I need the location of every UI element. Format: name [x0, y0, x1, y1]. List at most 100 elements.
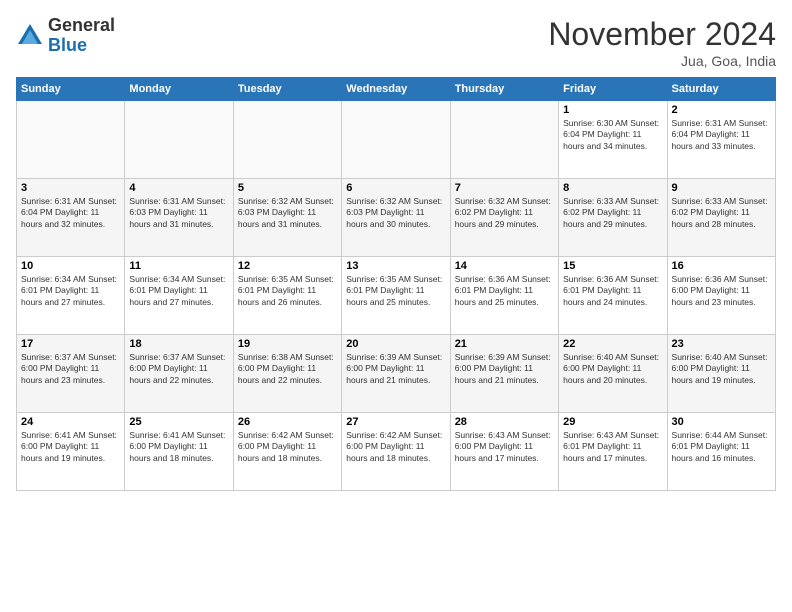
day-number: 10	[21, 260, 120, 272]
calendar-cell: 4 Sunrise: 6:31 AM Sunset: 6:03 PM Daylig…	[125, 179, 233, 257]
header-monday: Monday	[125, 78, 233, 101]
day-info: Sunrise: 6:31 AM Sunset: 6:04 PM Dayligh…	[672, 118, 771, 152]
day-info: Sunrise: 6:35 AM Sunset: 6:01 PM Dayligh…	[238, 274, 337, 308]
day-info: Sunrise: 6:44 AM Sunset: 6:01 PM Dayligh…	[672, 430, 771, 464]
calendar-cell: 2 Sunrise: 6:31 AM Sunset: 6:04 PM Daylig…	[667, 101, 775, 179]
day-number: 19	[238, 338, 337, 350]
header-thursday: Thursday	[450, 78, 558, 101]
calendar-cell: 20Sunrise: 6:39 AM Sunset: 6:00 PM Dayli…	[342, 335, 450, 413]
calendar-cell: 29 Sunrise: 6:43 AM Sunset: 6:01 PM Dayli…	[559, 413, 667, 491]
calendar-cell: 3 Sunrise: 6:31 AM Sunset: 6:04 PM Daylig…	[17, 179, 125, 257]
calendar-cell: 28 Sunrise: 6:43 AM Sunset: 6:00 PM Dayli…	[450, 413, 558, 491]
calendar-cell: 23 Sunrise: 6:40 AM Sunset: 6:00 PM Dayli…	[667, 335, 775, 413]
day-number: 20	[346, 338, 445, 350]
day-info: Sunrise: 6:31 AM Sunset: 6:03 PM Dayligh…	[129, 196, 228, 230]
calendar-cell: 18Sunrise: 6:37 AM Sunset: 6:00 PM Dayli…	[125, 335, 233, 413]
day-number: 9	[672, 182, 771, 194]
calendar-cell: 24 Sunrise: 6:41 AM Sunset: 6:00 PM Dayli…	[17, 413, 125, 491]
day-number: 25	[129, 416, 228, 428]
calendar-cell: 17 Sunrise: 6:37 AM Sunset: 6:00 PM Dayli…	[17, 335, 125, 413]
header-friday: Friday	[559, 78, 667, 101]
day-number: 17	[21, 338, 120, 350]
day-info: Sunrise: 6:33 AM Sunset: 6:02 PM Dayligh…	[563, 196, 662, 230]
day-info: Sunrise: 6:37 AM Sunset: 6:00 PM Dayligh…	[129, 352, 228, 386]
calendar-cell: 14Sunrise: 6:36 AM Sunset: 6:01 PM Dayli…	[450, 257, 558, 335]
day-info: Sunrise: 6:43 AM Sunset: 6:01 PM Dayligh…	[563, 430, 662, 464]
day-number: 1	[563, 104, 662, 116]
calendar-header-row: Sunday Monday Tuesday Wednesday Thursday…	[17, 78, 776, 101]
calendar-cell: 15 Sunrise: 6:36 AM Sunset: 6:01 PM Dayli…	[559, 257, 667, 335]
calendar-cell: 8 Sunrise: 6:33 AM Sunset: 6:02 PM Daylig…	[559, 179, 667, 257]
calendar-cell: 12Sunrise: 6:35 AM Sunset: 6:01 PM Dayli…	[233, 257, 341, 335]
logo-blue: Blue	[48, 35, 87, 55]
day-info: Sunrise: 6:36 AM Sunset: 6:01 PM Dayligh…	[563, 274, 662, 308]
day-info: Sunrise: 6:34 AM Sunset: 6:01 PM Dayligh…	[21, 274, 120, 308]
day-info: Sunrise: 6:39 AM Sunset: 6:00 PM Dayligh…	[455, 352, 554, 386]
calendar-cell: 11Sunrise: 6:34 AM Sunset: 6:01 PM Dayli…	[125, 257, 233, 335]
calendar-cell: 22 Sunrise: 6:40 AM Sunset: 6:00 PM Dayli…	[559, 335, 667, 413]
calendar-week-4: 24 Sunrise: 6:41 AM Sunset: 6:00 PM Dayli…	[17, 413, 776, 491]
logo: General Blue	[16, 16, 115, 56]
calendar-cell: 1 Sunrise: 6:30 AM Sunset: 6:04 PM Daylig…	[559, 101, 667, 179]
day-number: 7	[455, 182, 554, 194]
header-sunday: Sunday	[17, 78, 125, 101]
calendar-cell	[17, 101, 125, 179]
calendar-cell: 5 Sunrise: 6:32 AM Sunset: 6:03 PM Daylig…	[233, 179, 341, 257]
day-number: 8	[563, 182, 662, 194]
day-number: 22	[563, 338, 662, 350]
header-saturday: Saturday	[667, 78, 775, 101]
calendar-cell: 7 Sunrise: 6:32 AM Sunset: 6:02 PM Daylig…	[450, 179, 558, 257]
day-info: Sunrise: 6:32 AM Sunset: 6:03 PM Dayligh…	[346, 196, 445, 230]
calendar-cell	[450, 101, 558, 179]
day-info: Sunrise: 6:41 AM Sunset: 6:00 PM Dayligh…	[21, 430, 120, 464]
calendar-week-1: 3 Sunrise: 6:31 AM Sunset: 6:04 PM Daylig…	[17, 179, 776, 257]
day-info: Sunrise: 6:32 AM Sunset: 6:03 PM Dayligh…	[238, 196, 337, 230]
calendar-cell: 21Sunrise: 6:39 AM Sunset: 6:00 PM Dayli…	[450, 335, 558, 413]
calendar: Sunday Monday Tuesday Wednesday Thursday…	[16, 77, 776, 491]
day-number: 28	[455, 416, 554, 428]
calendar-cell: 26Sunrise: 6:42 AM Sunset: 6:00 PM Dayli…	[233, 413, 341, 491]
day-info: Sunrise: 6:42 AM Sunset: 6:00 PM Dayligh…	[346, 430, 445, 464]
location: Jua, Goa, India	[548, 53, 776, 69]
day-number: 23	[672, 338, 771, 350]
day-number: 29	[563, 416, 662, 428]
header-tuesday: Tuesday	[233, 78, 341, 101]
logo-general: General	[48, 15, 115, 35]
day-info: Sunrise: 6:32 AM Sunset: 6:02 PM Dayligh…	[455, 196, 554, 230]
calendar-cell: 25 Sunrise: 6:41 AM Sunset: 6:00 PM Dayli…	[125, 413, 233, 491]
day-info: Sunrise: 6:40 AM Sunset: 6:00 PM Dayligh…	[563, 352, 662, 386]
calendar-cell: 19Sunrise: 6:38 AM Sunset: 6:00 PM Dayli…	[233, 335, 341, 413]
day-info: Sunrise: 6:36 AM Sunset: 6:01 PM Dayligh…	[455, 274, 554, 308]
calendar-cell: 10 Sunrise: 6:34 AM Sunset: 6:01 PM Dayli…	[17, 257, 125, 335]
day-info: Sunrise: 6:31 AM Sunset: 6:04 PM Dayligh…	[21, 196, 120, 230]
day-number: 4	[129, 182, 228, 194]
day-number: 16	[672, 260, 771, 272]
day-info: Sunrise: 6:43 AM Sunset: 6:00 PM Dayligh…	[455, 430, 554, 464]
day-number: 5	[238, 182, 337, 194]
day-number: 3	[21, 182, 120, 194]
day-info: Sunrise: 6:42 AM Sunset: 6:00 PM Dayligh…	[238, 430, 337, 464]
calendar-cell: 13Sunrise: 6:35 AM Sunset: 6:01 PM Dayli…	[342, 257, 450, 335]
month-title: November 2024	[548, 16, 776, 53]
day-number: 15	[563, 260, 662, 272]
day-info: Sunrise: 6:35 AM Sunset: 6:01 PM Dayligh…	[346, 274, 445, 308]
calendar-week-3: 17 Sunrise: 6:37 AM Sunset: 6:00 PM Dayli…	[17, 335, 776, 413]
day-info: Sunrise: 6:37 AM Sunset: 6:00 PM Dayligh…	[21, 352, 120, 386]
day-number: 30	[672, 416, 771, 428]
day-info: Sunrise: 6:30 AM Sunset: 6:04 PM Dayligh…	[563, 118, 662, 152]
calendar-cell	[125, 101, 233, 179]
day-info: Sunrise: 6:33 AM Sunset: 6:02 PM Dayligh…	[672, 196, 771, 230]
calendar-week-2: 10 Sunrise: 6:34 AM Sunset: 6:01 PM Dayli…	[17, 257, 776, 335]
calendar-cell: 16 Sunrise: 6:36 AM Sunset: 6:00 PM Dayli…	[667, 257, 775, 335]
header-wednesday: Wednesday	[342, 78, 450, 101]
day-info: Sunrise: 6:40 AM Sunset: 6:00 PM Dayligh…	[672, 352, 771, 386]
day-info: Sunrise: 6:41 AM Sunset: 6:00 PM Dayligh…	[129, 430, 228, 464]
calendar-cell: 9 Sunrise: 6:33 AM Sunset: 6:02 PM Daylig…	[667, 179, 775, 257]
day-number: 24	[21, 416, 120, 428]
day-info: Sunrise: 6:36 AM Sunset: 6:00 PM Dayligh…	[672, 274, 771, 308]
day-number: 2	[672, 104, 771, 116]
day-number: 11	[129, 260, 228, 272]
calendar-cell: 6Sunrise: 6:32 AM Sunset: 6:03 PM Daylig…	[342, 179, 450, 257]
logo-text: General Blue	[48, 16, 115, 56]
calendar-cell: 30 Sunrise: 6:44 AM Sunset: 6:01 PM Dayli…	[667, 413, 775, 491]
